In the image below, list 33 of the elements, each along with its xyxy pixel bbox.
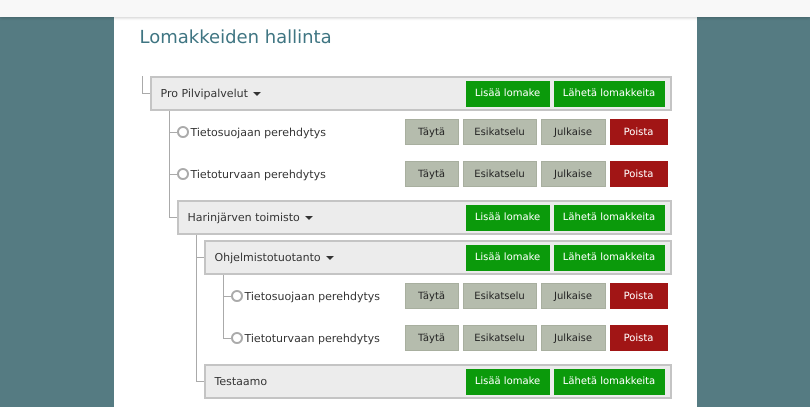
action-button[interactable]: Julkaise — [540, 161, 606, 187]
action-button[interactable]: Lähetä lomakkeita — [554, 80, 664, 106]
group-dropdown[interactable]: Pro Pilvipalvelut — [160, 87, 261, 100]
form-name: Tietosuojaan perehdytys — [190, 126, 326, 138]
action-button[interactable]: Lisää lomake — [466, 204, 550, 230]
delete-button[interactable]: Poista — [610, 325, 668, 351]
group-dropdown[interactable]: Ohjelmistotuotanto — [214, 251, 334, 264]
action-button[interactable]: Lähetä lomakkeita — [554, 368, 664, 394]
action-button[interactable]: Lisää lomake — [466, 80, 550, 106]
form-name: Tietoturvaan perehdytys — [244, 332, 380, 344]
form-name: Tietoturvaan perehdytys — [190, 168, 326, 180]
action-button[interactable]: Täytä — [404, 119, 458, 145]
action-button[interactable]: Esikatselu — [462, 283, 536, 309]
action-button[interactable]: Julkaise — [540, 325, 606, 351]
action-button[interactable]: Julkaise — [540, 283, 606, 309]
delete-button[interactable]: Poista — [610, 161, 668, 187]
action-button[interactable]: Täytä — [404, 325, 458, 351]
delete-button[interactable]: Poista — [610, 119, 668, 145]
group-dropdown[interactable]: Harinjärven toimisto — [188, 211, 313, 224]
group-dropdown[interactable]: Testaamo — [214, 375, 268, 388]
action-button[interactable]: Lisää lomake — [466, 244, 550, 270]
action-button[interactable]: Lähetä lomakkeita — [554, 244, 664, 270]
form-name: Tietosuojaan perehdytys — [244, 290, 380, 302]
action-button[interactable]: Julkaise — [540, 119, 606, 145]
action-button[interactable]: Lisää lomake — [466, 368, 550, 394]
action-button[interactable]: Esikatselu — [462, 161, 536, 187]
action-button[interactable]: Esikatselu — [462, 325, 536, 351]
page-title: Lomakkeiden hallinta — [140, 26, 333, 50]
action-button[interactable]: Lähetä lomakkeita — [554, 204, 664, 230]
action-button[interactable]: Esikatselu — [462, 119, 536, 145]
delete-button[interactable]: Poista — [610, 283, 668, 309]
action-button[interactable]: Täytä — [404, 161, 458, 187]
action-button[interactable]: Täytä — [404, 283, 458, 309]
